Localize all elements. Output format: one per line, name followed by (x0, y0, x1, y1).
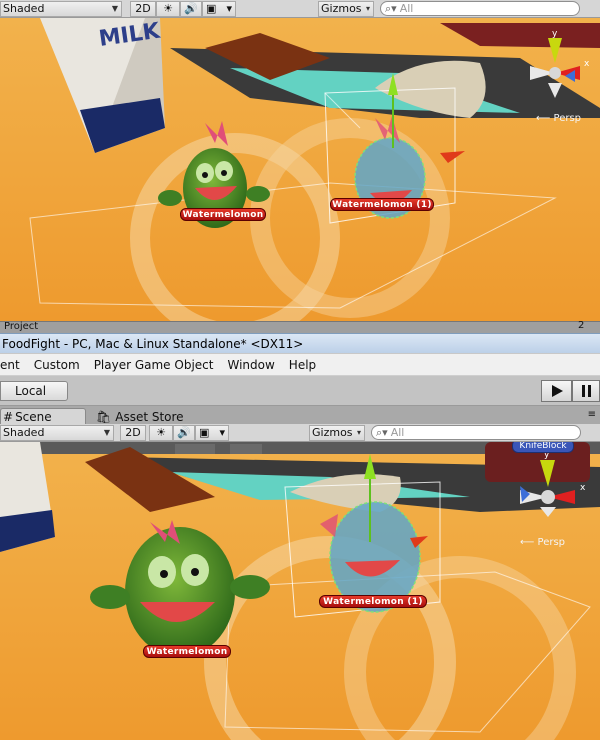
search-icon: ⌕▾ (376, 425, 388, 439)
render-mode-dropdown-bottom[interactable]: Shaded ▼ (0, 424, 114, 441)
scene-viewport-bottom[interactable]: y x KnifeBlock Watermelomon Watermelomon… (0, 442, 600, 740)
speaker-icon[interactable]: 🔊 (173, 424, 195, 441)
menu-bar: ent Custom Player Game Object Window Hel… (0, 354, 600, 376)
persp-text-bottom: Persp (537, 537, 566, 548)
chevron-down-icon: ▼ (111, 4, 118, 13)
sun-icon[interactable]: ☀ (156, 0, 180, 17)
chevron-down-icon: ▼ (103, 428, 110, 437)
scene-render-bottom: y x (0, 442, 600, 740)
menu-help[interactable]: Help (289, 358, 316, 372)
svg-text:x: x (584, 59, 590, 69)
nametag-knifeblock: KnifeBlock (512, 442, 574, 453)
scene-viewport-top[interactable]: MILK y x Watermelomon Watermelomon (1) ⟵… (0, 18, 600, 321)
render-mode-label: Shaded (3, 2, 45, 15)
local-label: Local (15, 384, 47, 398)
persp-label[interactable]: ⟵ Persp (536, 113, 581, 124)
scene-render-top: MILK y x (0, 18, 600, 321)
speaker-icon[interactable]: 🔊 (180, 0, 202, 17)
pivot-local-button[interactable]: Local (0, 381, 68, 401)
svg-text:y: y (552, 29, 558, 39)
svg-text:x: x (580, 483, 586, 493)
render-mode-dropdown[interactable]: Shaded ▼ (0, 0, 122, 17)
chevron-down-icon: ▾ (226, 2, 232, 15)
tab-asset-store[interactable]: 🛍 Asset Store (96, 408, 196, 425)
window-title-bar: FoodFight - PC, Mac & Linux Standalone* … (0, 333, 600, 353)
play-icon (551, 385, 563, 397)
nametag-watermelomon-1: Watermelomon (1) (330, 198, 434, 211)
main-toolbar: Local (0, 376, 600, 406)
persp-label-bottom[interactable]: ⟵ Persp (520, 537, 565, 548)
tab-scene[interactable]: # Scene (0, 408, 86, 425)
image-icon: ▣ (206, 2, 217, 15)
sun-icon[interactable]: ☀ (149, 424, 173, 441)
gizmos-label-bottom: Gizmos (312, 426, 353, 439)
tab-asset-store-label: Asset Store (115, 409, 184, 424)
search-icon: ⌕▾ (385, 1, 397, 15)
search-placeholder: All (399, 2, 414, 15)
project-counter: 2 (578, 320, 585, 331)
play-button[interactable] (541, 380, 572, 402)
menu-component[interactable]: ent (0, 358, 20, 372)
mode-2d-button[interactable]: 2D (130, 0, 156, 17)
project-tab[interactable]: Project (4, 321, 38, 332)
gizmos-dropdown-bottom[interactable]: Gizmos ▾ (309, 424, 365, 441)
search-placeholder-bottom: All (390, 426, 405, 439)
gizmos-dropdown[interactable]: Gizmos ▾ (318, 0, 374, 17)
image-icon: ▣ (199, 426, 210, 439)
scene-toolbar-bottom: Shaded ▼ 2D ☀ 🔊 ▣ ▾ Gizmos ▾ ⌕▾ All (0, 424, 600, 442)
search-input-bottom[interactable]: ⌕▾ All (371, 425, 581, 440)
tab-menu-icon[interactable]: ≡ (588, 409, 596, 420)
mode-2d-button-bottom[interactable]: 2D (120, 424, 146, 441)
editor-tab-strip: # Scene 🛍 Asset Store ≡ (0, 406, 600, 425)
menu-player-game-object[interactable]: Player Game Object (94, 358, 214, 372)
chevron-down-icon: ▾ (219, 426, 225, 439)
chevron-down-icon: ▾ (356, 428, 361, 437)
search-input[interactable]: ⌕▾ All (380, 1, 580, 16)
tab-scene-label: Scene (15, 410, 52, 424)
project-tab-strip: Project 2 (0, 320, 600, 333)
chevron-down-icon: ▾ (365, 4, 370, 13)
effects-dropdown-bottom[interactable]: ▣ ▾ (195, 424, 229, 441)
scene-toolbar-top: Shaded ▼ 2D ☀ 🔊 ▣ ▾ Gizmos ▾ ⌕▾ All (0, 0, 600, 18)
scene-icon: # (3, 410, 14, 424)
effects-dropdown[interactable]: ▣ ▾ (202, 0, 236, 17)
nametag-watermelomon-bottom: Watermelomon (143, 645, 231, 658)
persp-text: Persp (553, 113, 582, 124)
window-title: FoodFight - PC, Mac & Linux Standalone* … (2, 336, 304, 351)
nametag-watermelomon: Watermelomon (180, 208, 266, 221)
gizmos-label: Gizmos (321, 2, 362, 15)
store-icon: 🛍 (96, 409, 112, 424)
render-mode-label-bottom: Shaded (3, 426, 45, 439)
pause-icon (582, 385, 591, 397)
nametag-watermelomon-1-bottom: Watermelomon (1) (319, 595, 427, 608)
pause-button[interactable] (572, 380, 600, 402)
menu-custom[interactable]: Custom (34, 358, 80, 372)
menu-window[interactable]: Window (227, 358, 274, 372)
